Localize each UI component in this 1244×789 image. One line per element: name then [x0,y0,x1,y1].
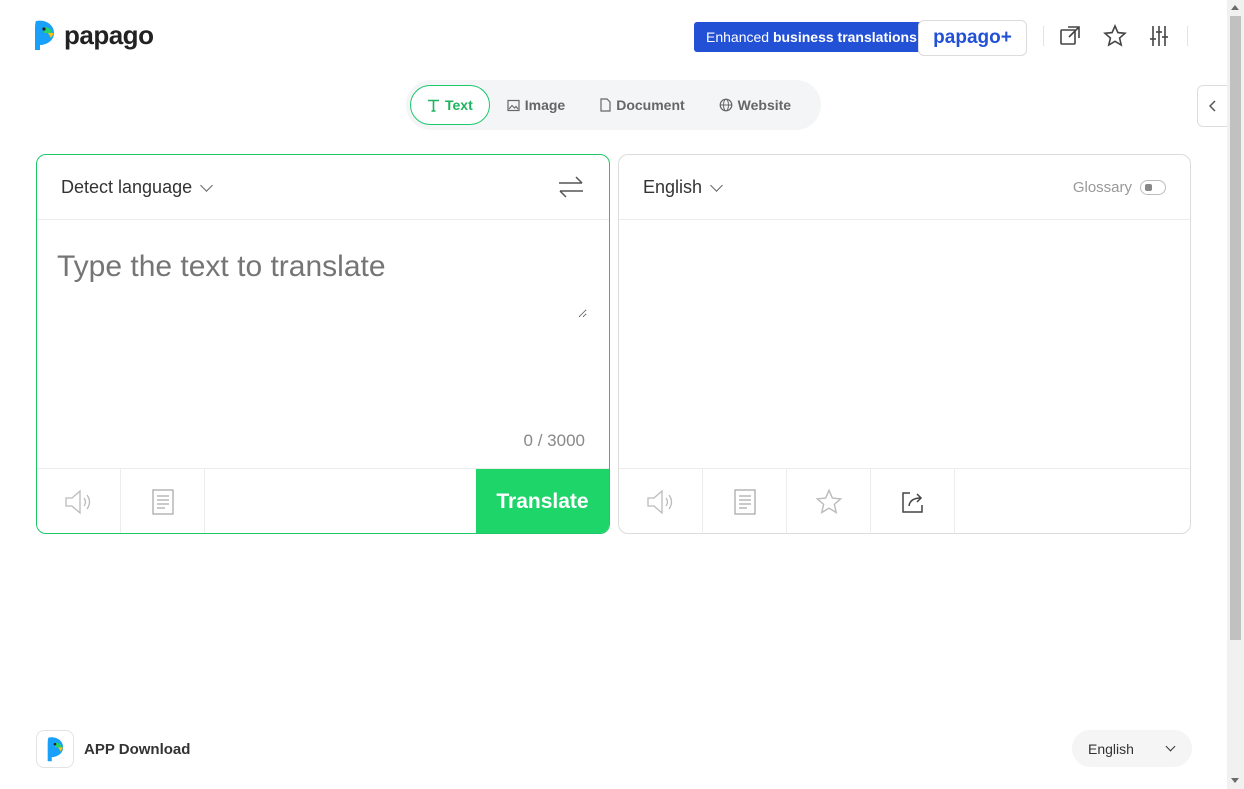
header-divider [1187,26,1188,46]
source-language-select[interactable]: Detect language [61,176,213,198]
app-download-link[interactable]: APP Download [36,730,190,768]
promo-prefix: Enhanced [706,29,770,45]
glossary-label: Glossary [1072,178,1132,196]
tab-label: Website [737,97,792,113]
parrot-logo-icon [47,737,64,762]
tab-label: Image [524,97,566,113]
glossary-toggle[interactable]: Glossary [1073,179,1166,196]
tab-document[interactable]: Document [582,85,701,125]
source-language-label: Detect language [61,176,193,197]
source-panel: Detect language 0 / 3000 Translate [36,154,610,534]
character-counter: 0 / 3000 [523,431,585,450]
tab-label: Text [445,97,473,113]
copy-icon[interactable] [703,469,787,533]
speaker-icon[interactable] [37,469,121,533]
scroll-up-arrow[interactable] [1231,5,1239,10]
globe-icon [719,98,733,112]
mode-tabs: Text Image Document Website [406,80,821,130]
scrollbar-thumb[interactable] [1230,16,1241,640]
papago-logo[interactable]: papago [32,19,154,51]
tab-website[interactable]: Website [702,85,808,125]
share-icon[interactable] [871,469,955,533]
external-link-icon[interactable] [1056,22,1084,50]
copy-icon[interactable] [121,469,205,533]
settings-sliders-icon[interactable] [1145,22,1173,50]
app-icon [36,730,74,768]
chevron-down-icon [1165,741,1176,752]
chevron-down-icon [710,178,723,192]
source-text-input[interactable] [57,250,587,318]
app-download-label: APP Download [84,740,191,758]
tab-image[interactable]: Image [490,85,582,125]
document-icon [600,98,611,112]
toggle-switch[interactable] [1140,179,1166,195]
business-promo-banner[interactable]: Enhanced business translations [694,22,935,52]
target-language-label: English [643,176,703,197]
speaker-icon[interactable] [619,469,703,533]
tab-label: Document [616,97,685,113]
text-icon [428,99,439,112]
image-icon [507,99,520,111]
tab-text[interactable]: Text [410,85,490,125]
target-panel: English Glossary [618,154,1191,534]
locale-select[interactable]: English [1072,730,1192,767]
logo-text: papago [64,19,154,50]
target-language-select[interactable]: English [643,176,723,198]
locale-label: English [1088,740,1134,757]
header-divider [1043,26,1044,46]
promo-bold: business translations [772,29,917,45]
swap-languages-icon[interactable] [557,175,585,199]
translate-button[interactable]: Translate [476,469,609,533]
star-icon[interactable] [1101,22,1129,50]
translation-output [619,220,1190,469]
chevron-left-icon [1208,100,1216,112]
collapse-panel-button[interactable] [1197,85,1227,127]
star-icon[interactable] [787,469,871,533]
papago-plus-button[interactable]: papago+ [918,20,1027,56]
parrot-logo-icon [35,20,54,50]
chevron-down-icon [200,178,213,192]
scroll-down-arrow[interactable] [1231,778,1239,783]
